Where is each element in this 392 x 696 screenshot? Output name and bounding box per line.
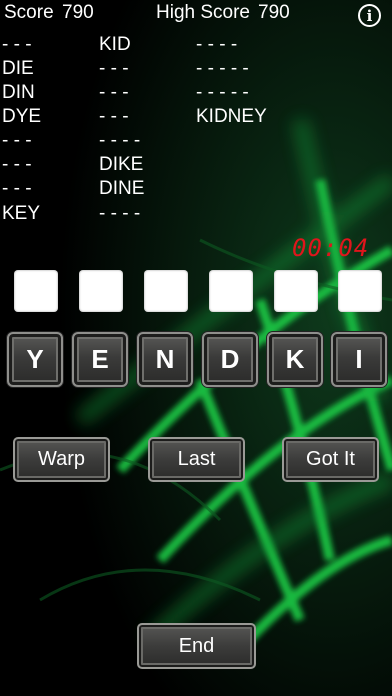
word-slot: - - - -: [196, 34, 238, 55]
got-it-button[interactable]: Got It: [282, 437, 379, 482]
word-slot: DIKE: [99, 154, 144, 175]
word-slot: - - -: [2, 130, 32, 151]
end-button[interactable]: End: [137, 623, 256, 669]
high-score-value: 790: [258, 2, 290, 23]
answer-slot[interactable]: [144, 270, 188, 312]
word-slot: DIN: [2, 82, 35, 103]
word-slot: - - -: [99, 82, 129, 103]
word-slot: - - - -: [99, 130, 141, 151]
game-screen: Score 790 High Score 790 i - - - DIE DIN…: [0, 0, 392, 696]
word-slot: KEY: [2, 203, 41, 224]
countdown-timer: 00:04: [292, 234, 370, 262]
word-slot: - - -: [99, 58, 129, 79]
word-slot: DYE: [2, 106, 42, 127]
answer-slot[interactable]: [274, 270, 318, 312]
answer-slot[interactable]: [209, 270, 253, 312]
letter-tile[interactable]: E: [72, 332, 128, 387]
word-slot: DIE: [2, 58, 34, 79]
answer-slot[interactable]: [338, 270, 382, 312]
letter-tile[interactable]: D: [202, 332, 258, 387]
high-score-label: High Score: [156, 2, 250, 23]
word-slot: - - -: [2, 34, 32, 55]
word-slot: KID: [99, 34, 131, 55]
letter-tile[interactable]: K: [267, 332, 323, 387]
word-slot: DINE: [99, 178, 145, 199]
score-label: Score: [4, 2, 54, 23]
letter-tile[interactable]: Y: [7, 332, 63, 387]
word-slot: - - - -: [99, 203, 141, 224]
answer-slot[interactable]: [79, 270, 123, 312]
info-icon[interactable]: i: [358, 4, 381, 27]
answer-slot[interactable]: [14, 270, 58, 312]
word-slot: - - -: [2, 154, 32, 175]
word-slot: - - -: [2, 178, 32, 199]
warp-button[interactable]: Warp: [13, 437, 110, 482]
word-slot: - - -: [99, 106, 129, 127]
score-value: 790: [62, 2, 94, 23]
word-slot: - - - - -: [196, 58, 249, 79]
word-slot: - - - - -: [196, 82, 249, 103]
word-slot: KIDNEY: [196, 106, 267, 127]
letter-tile[interactable]: N: [137, 332, 193, 387]
last-button[interactable]: Last: [148, 437, 245, 482]
letter-tile[interactable]: I: [331, 332, 387, 387]
